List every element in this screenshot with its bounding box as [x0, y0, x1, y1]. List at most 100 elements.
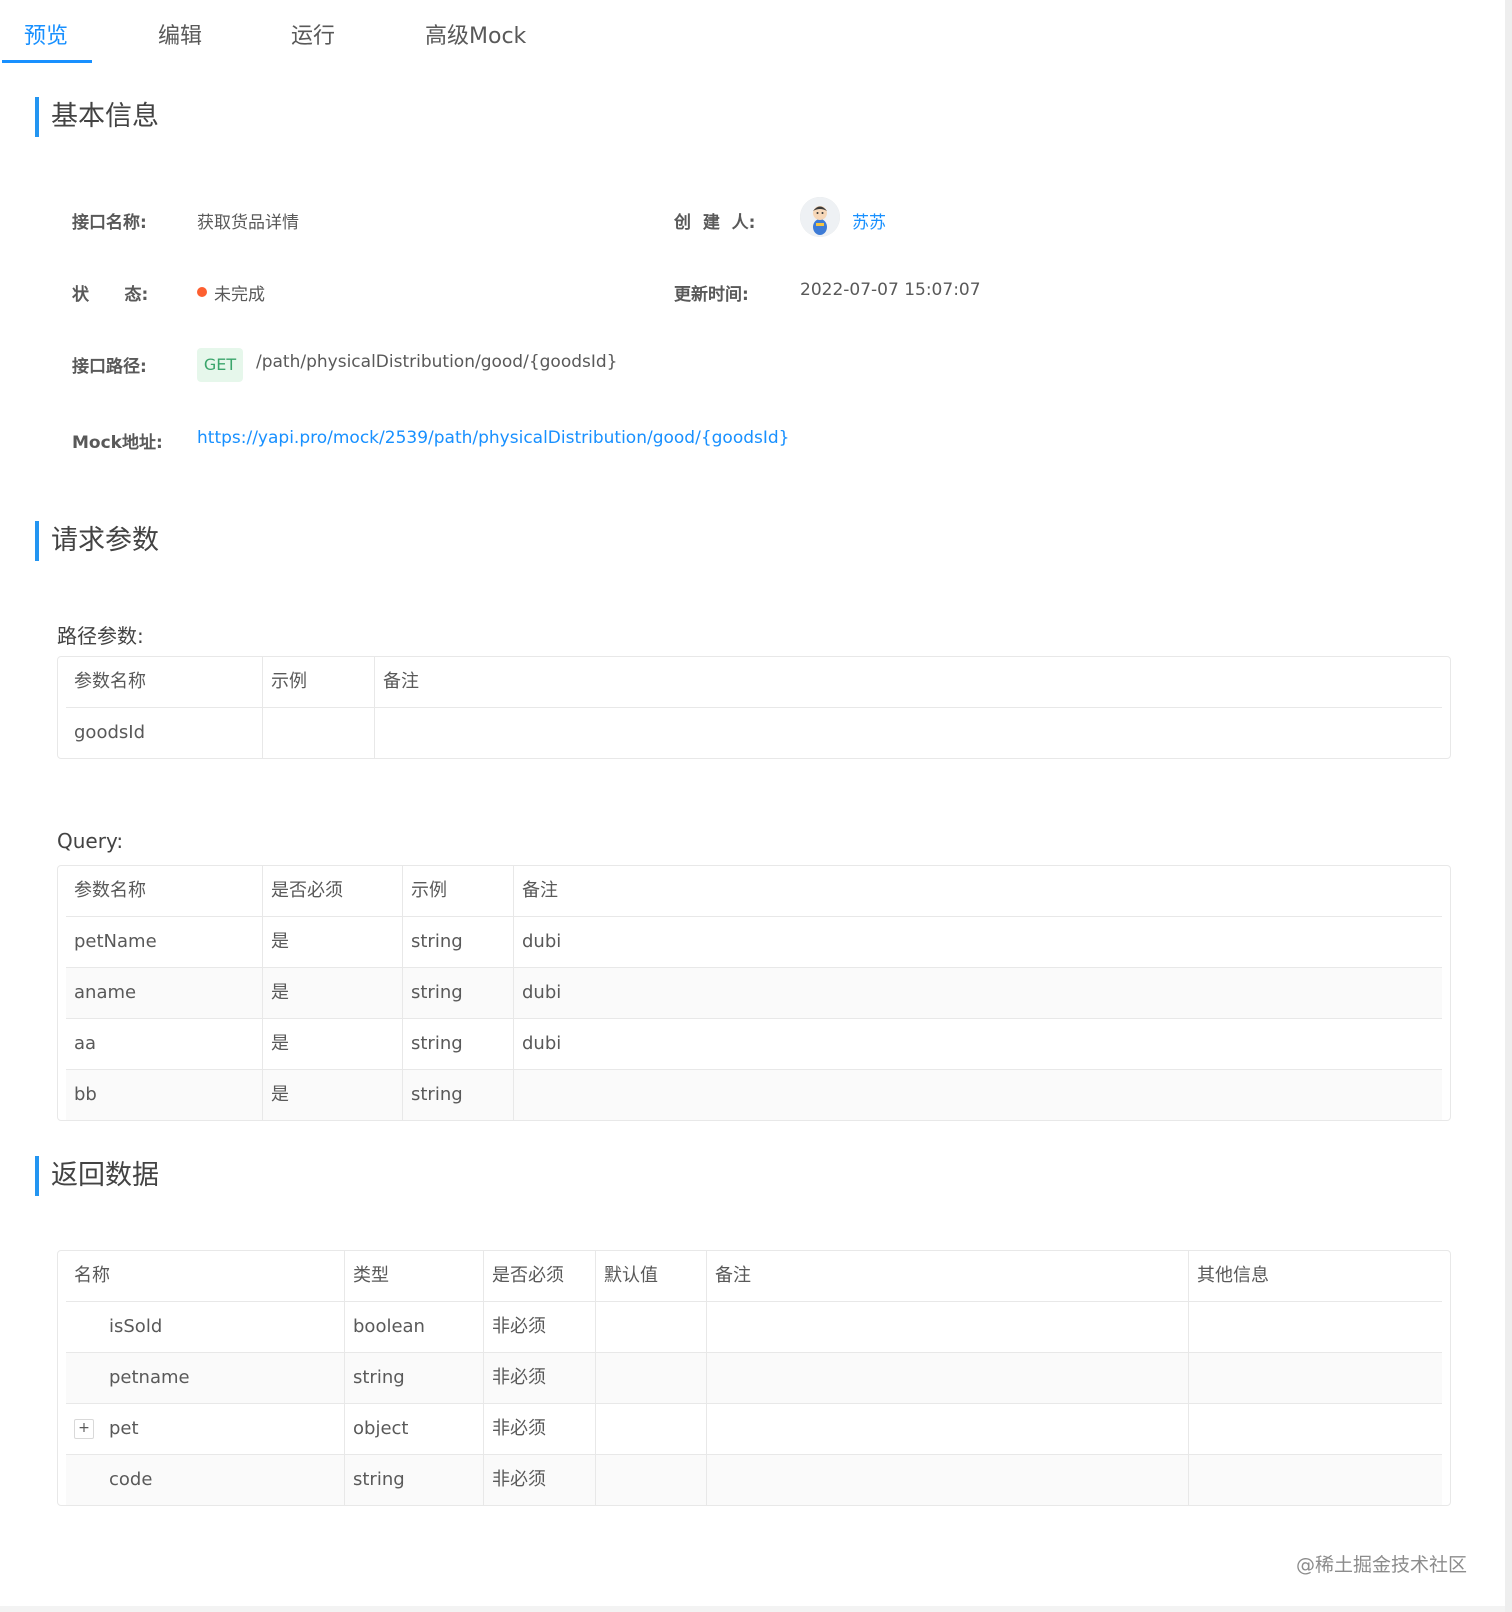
remark-cell — [707, 1302, 1189, 1352]
example-cell: string — [403, 1070, 514, 1120]
remark-cell — [514, 1070, 1442, 1120]
creator-avatar[interactable] — [800, 197, 840, 237]
status-value: 未完成 — [214, 285, 265, 305]
field-name-cell: pet — [66, 1404, 345, 1454]
column-header: 示例 — [263, 657, 375, 707]
field-name-cell: petname — [66, 1353, 345, 1403]
remark-cell — [375, 708, 1442, 758]
column-header: 是否必须 — [263, 866, 403, 916]
path-params-table: 参数名称 示例 备注 goodsId — [57, 656, 1451, 759]
type-cell: string — [345, 1455, 484, 1505]
param-name-cell: petName — [66, 917, 263, 967]
query-params-table: 参数名称 是否必须 示例 备注 petName 是 string dubi an… — [57, 865, 1451, 1121]
field-name-cell: code — [66, 1455, 345, 1505]
active-tab-indicator — [2, 60, 92, 63]
creator-label: 创 建 人: — [674, 213, 756, 233]
mock-url-link[interactable]: https://yapi.pro/mock/2539/path/physical… — [197, 428, 790, 448]
required-cell: 非必须 — [484, 1353, 596, 1403]
table-row: petname string 非必须 — [66, 1353, 1442, 1404]
tab-bar: 预览 编辑 运行 高级Mock — [0, 0, 1490, 64]
remark-cell — [707, 1455, 1189, 1505]
avatar-icon — [800, 197, 840, 237]
column-header: 示例 — [403, 866, 514, 916]
required-cell: 非必须 — [484, 1302, 596, 1352]
other-info-cell — [1189, 1455, 1442, 1505]
param-name-cell: aname — [66, 968, 263, 1018]
other-info-cell — [1189, 1302, 1442, 1352]
default-cell — [596, 1404, 707, 1454]
remark-cell: dubi — [522, 982, 562, 1003]
tab-run[interactable]: 运行 — [291, 18, 335, 50]
param-name-cell: goodsId — [66, 708, 263, 758]
required-cell: 是 — [263, 1019, 403, 1069]
api-name-value: 获取货品详情 — [197, 213, 299, 233]
table-header-row: 参数名称 是否必须 示例 备注 — [66, 866, 1442, 917]
section-title-basic-info: 基本信息 — [35, 97, 159, 137]
default-cell — [596, 1302, 707, 1352]
required-cell: 是 — [263, 968, 403, 1018]
table-row: aa 是 string dubi — [66, 1019, 1442, 1070]
api-path-value: /path/physicalDistribution/good/{goodsId… — [256, 352, 618, 372]
tab-advanced-mock[interactable]: 高级Mock — [425, 18, 526, 50]
type-cell: boolean — [345, 1302, 484, 1352]
remark-cell: dubi — [522, 931, 562, 952]
example-cell: string — [403, 968, 514, 1018]
remark-cell — [707, 1353, 1189, 1403]
column-header: 备注 — [707, 1251, 1189, 1301]
status-label: 状 态: — [72, 285, 149, 305]
table-row: aname 是 string dubi — [66, 968, 1442, 1019]
response-table: 名称 类型 是否必须 默认值 备注 其他信息 isSold boolean 非必… — [57, 1250, 1451, 1506]
remark-cell — [707, 1404, 1189, 1454]
column-header: 类型 — [345, 1251, 484, 1301]
table-row: + pet object 非必须 — [66, 1404, 1442, 1455]
path-params-title: 路径参数: — [57, 624, 144, 648]
column-header: 备注 — [522, 880, 558, 901]
column-header: 备注 — [383, 671, 419, 692]
query-params-title: Query: — [57, 829, 124, 853]
scrollbar-track[interactable] — [1505, 0, 1512, 1612]
column-header: 默认值 — [596, 1251, 707, 1301]
table-row: code string 非必须 — [66, 1455, 1442, 1505]
other-info-cell — [1189, 1404, 1442, 1454]
field-name-cell: isSold — [66, 1302, 345, 1352]
tab-edit[interactable]: 编辑 — [158, 18, 202, 50]
column-header: 参数名称 — [66, 657, 263, 707]
type-cell: object — [345, 1404, 484, 1454]
status-dot-icon — [197, 287, 207, 297]
api-path-label: 接口路径: — [72, 357, 147, 377]
default-cell — [596, 1455, 707, 1505]
section-title-response-data: 返回数据 — [35, 1156, 159, 1196]
updated-time-label: 更新时间: — [674, 285, 749, 305]
watermark-text: @稀土掘金技术社区 — [1295, 1554, 1467, 1576]
table-row: goodsId — [66, 708, 1442, 758]
column-header: 其他信息 — [1197, 1265, 1269, 1286]
updated-time-value: 2022-07-07 15:07:07 — [800, 280, 981, 300]
param-name-cell: bb — [66, 1070, 263, 1120]
column-header: 参数名称 — [66, 866, 263, 916]
table-row: petName 是 string dubi — [66, 917, 1442, 968]
tab-preview[interactable]: 预览 — [24, 18, 68, 50]
required-cell: 是 — [263, 1070, 403, 1120]
table-row: isSold boolean 非必须 — [66, 1302, 1442, 1353]
table-row: bb 是 string — [66, 1070, 1442, 1120]
type-cell: string — [345, 1353, 484, 1403]
creator-link[interactable]: 苏苏 — [852, 208, 886, 233]
column-header: 是否必须 — [484, 1251, 596, 1301]
mock-url-label: Mock地址: — [72, 433, 163, 453]
example-cell: string — [403, 1019, 514, 1069]
required-cell: 是 — [263, 917, 403, 967]
page: 预览 编辑 运行 高级Mock 基本信息 接口名称: 获取货品详情 创 建 人:… — [0, 0, 1505, 1606]
other-info-cell — [1189, 1353, 1442, 1403]
method-badge: GET — [197, 348, 243, 382]
param-name-cell: aa — [66, 1019, 263, 1069]
section-title-request-params: 请求参数 — [35, 521, 159, 561]
table-header-row: 名称 类型 是否必须 默认值 备注 其他信息 — [66, 1251, 1442, 1302]
table-header-row: 参数名称 示例 备注 — [66, 657, 1442, 708]
default-cell — [596, 1353, 707, 1403]
required-cell: 非必须 — [484, 1455, 596, 1505]
required-cell: 非必须 — [484, 1404, 596, 1454]
example-cell — [263, 708, 375, 758]
example-cell: string — [403, 917, 514, 967]
remark-cell: dubi — [522, 1033, 562, 1054]
api-name-label: 接口名称: — [72, 213, 147, 233]
